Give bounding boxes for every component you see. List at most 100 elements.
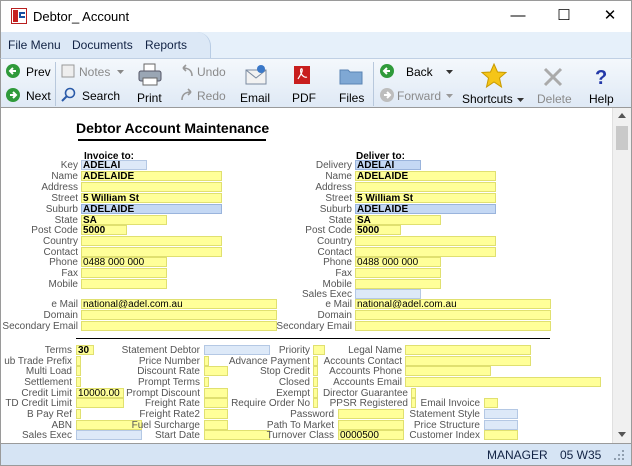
maximize-button[interactable]: ☐	[541, 1, 587, 32]
delivery-name-field[interactable]: ADELAIDE	[355, 171, 496, 181]
delivery-email-field[interactable]: national@adel.com.au	[355, 299, 551, 309]
invoice-key-field[interactable]: ADELAI	[81, 160, 147, 170]
invoice-country-field[interactable]	[81, 236, 222, 246]
delivery-secondary-email-label: Secondary Email	[276, 321, 352, 332]
sub-trade-prefix-field[interactable]	[76, 356, 81, 366]
delivery-mobile-field[interactable]	[355, 279, 441, 289]
invoice-suburb-field[interactable]: ADELAIDE	[81, 204, 222, 214]
invoice-address-field[interactable]	[81, 182, 222, 192]
delivery-domain-field[interactable]	[355, 310, 551, 320]
delivery-state-field[interactable]: SA	[355, 215, 441, 225]
invoice-state-field[interactable]: SA	[81, 215, 167, 225]
delivery-post-code-field[interactable]: 5000	[355, 225, 401, 235]
delivery-secondary-email-field[interactable]	[355, 321, 551, 331]
prev-label: Prev	[26, 65, 51, 79]
scroll-down-icon[interactable]	[618, 432, 626, 437]
delivery-address-field[interactable]	[355, 182, 496, 192]
turnover-class-field[interactable]: 0000500	[338, 430, 404, 440]
pdf-button[interactable]: PDF	[289, 61, 317, 107]
delivery-fax-field[interactable]	[355, 268, 441, 278]
delivery-country-field[interactable]	[355, 236, 496, 246]
multi-load-field[interactable]	[76, 366, 81, 376]
post-code-label: Post Code	[31, 225, 78, 236]
print-label: Print	[137, 91, 162, 105]
td-credit-limit-label: TD Credit Limit	[5, 398, 72, 409]
price-structure-field[interactable]	[484, 420, 518, 430]
shortcuts-button[interactable]: Shortcuts	[461, 61, 525, 107]
undo-label: Undo	[197, 65, 226, 79]
invoice-mobile-field[interactable]	[81, 279, 167, 289]
require-order-no-label: Require Order No	[231, 398, 310, 409]
section-divider	[76, 338, 550, 339]
email-invoice-label: Email Invoice	[420, 398, 480, 409]
invoice-name-field[interactable]: ADELAIDE	[81, 171, 222, 181]
settlement-label: Settlement	[24, 377, 72, 388]
redo-button[interactable]: Redo	[179, 87, 231, 105]
statement-style-label: Statement Style	[409, 409, 480, 420]
notes-button[interactable]: Notes	[61, 63, 127, 81]
accounts-phone-field[interactable]	[405, 366, 491, 376]
window-title: Debtor_ Account	[33, 9, 130, 24]
invoice-street-field[interactable]: 5 William St	[81, 193, 222, 203]
accounts-contact-field[interactable]	[405, 356, 531, 366]
start-date-label: Start Date	[154, 430, 200, 441]
accounts-email-label: Accounts Email	[333, 377, 402, 388]
invoice-secondary-email-field[interactable]	[81, 321, 277, 331]
settlement-field[interactable]	[76, 377, 81, 387]
sales-exec-field[interactable]	[355, 289, 421, 299]
search-label: Search	[82, 89, 121, 103]
vertical-scrollbar[interactable]	[612, 108, 631, 443]
email-envelope-icon	[245, 65, 267, 85]
menu-file[interactable]: File Menu	[8, 38, 61, 52]
freight-rate2-label: Freight Rate2	[139, 409, 200, 420]
toolbar-separator	[373, 62, 374, 106]
print-button[interactable]: Print	[134, 61, 170, 107]
help-button[interactable]: ? Help	[587, 61, 617, 107]
prompt-terms-field[interactable]	[204, 377, 209, 387]
accounts-email-field[interactable]	[405, 377, 601, 387]
password-field[interactable]	[338, 409, 404, 419]
invoice-domain-field[interactable]	[81, 310, 277, 320]
files-button[interactable]: Files	[337, 61, 367, 107]
director-guarantee-field[interactable]	[411, 388, 416, 398]
terms-field[interactable]: 30	[76, 345, 94, 355]
invoice-email-field[interactable]: national@adel.com.au	[81, 299, 277, 309]
delivery-suburb-field[interactable]: ADELAIDE	[355, 204, 496, 214]
delivery-contact-field[interactable]	[355, 247, 496, 257]
email-button[interactable]: Email	[239, 61, 273, 107]
heading-underline	[78, 139, 266, 141]
undo-button[interactable]: Undo	[179, 63, 231, 81]
delivery-key-field[interactable]: ADELAI	[355, 160, 421, 170]
prev-button[interactable]: Prev	[5, 63, 53, 81]
forward-dropdown-icon	[446, 94, 453, 98]
delete-button[interactable]: Delete	[536, 61, 572, 107]
legal-name-label: Legal Name	[348, 345, 402, 356]
statement-style-field[interactable]	[484, 409, 518, 419]
invoice-phone-field[interactable]: 0488 000 000	[81, 257, 167, 267]
back-button[interactable]: Back	[379, 63, 455, 81]
files-label: Files	[339, 91, 365, 105]
minimize-button[interactable]: —	[495, 1, 541, 32]
invoice-fax-field[interactable]	[81, 268, 167, 278]
bpay-ref-field[interactable]	[76, 409, 81, 419]
delivery-street-field[interactable]: 5 William St	[355, 193, 496, 203]
close-button[interactable]: ✕	[587, 1, 632, 32]
delete-x-icon	[543, 67, 563, 87]
next-button[interactable]: Next	[5, 87, 53, 105]
invoice-post-code-field[interactable]: 5000	[81, 225, 127, 235]
resize-grip-icon[interactable]	[612, 448, 626, 462]
customer-index-field[interactable]	[484, 430, 518, 440]
forward-button[interactable]: Forward	[379, 87, 455, 105]
invoice-contact-field[interactable]	[81, 247, 222, 257]
email-invoice-field[interactable]	[484, 398, 498, 408]
search-button[interactable]: Search	[61, 87, 123, 105]
scroll-thumb[interactable]	[616, 126, 628, 150]
menu-reports[interactable]: Reports	[145, 38, 187, 52]
country-label: Country	[42, 236, 78, 247]
menu-documents[interactable]: Documents	[72, 38, 133, 52]
delivery-phone-field[interactable]: 0488 000 000	[355, 257, 441, 267]
path-to-market-field[interactable]	[338, 420, 404, 430]
legal-name-field[interactable]	[405, 345, 531, 355]
price-number-field[interactable]	[204, 356, 209, 366]
scroll-up-icon[interactable]	[618, 113, 626, 118]
